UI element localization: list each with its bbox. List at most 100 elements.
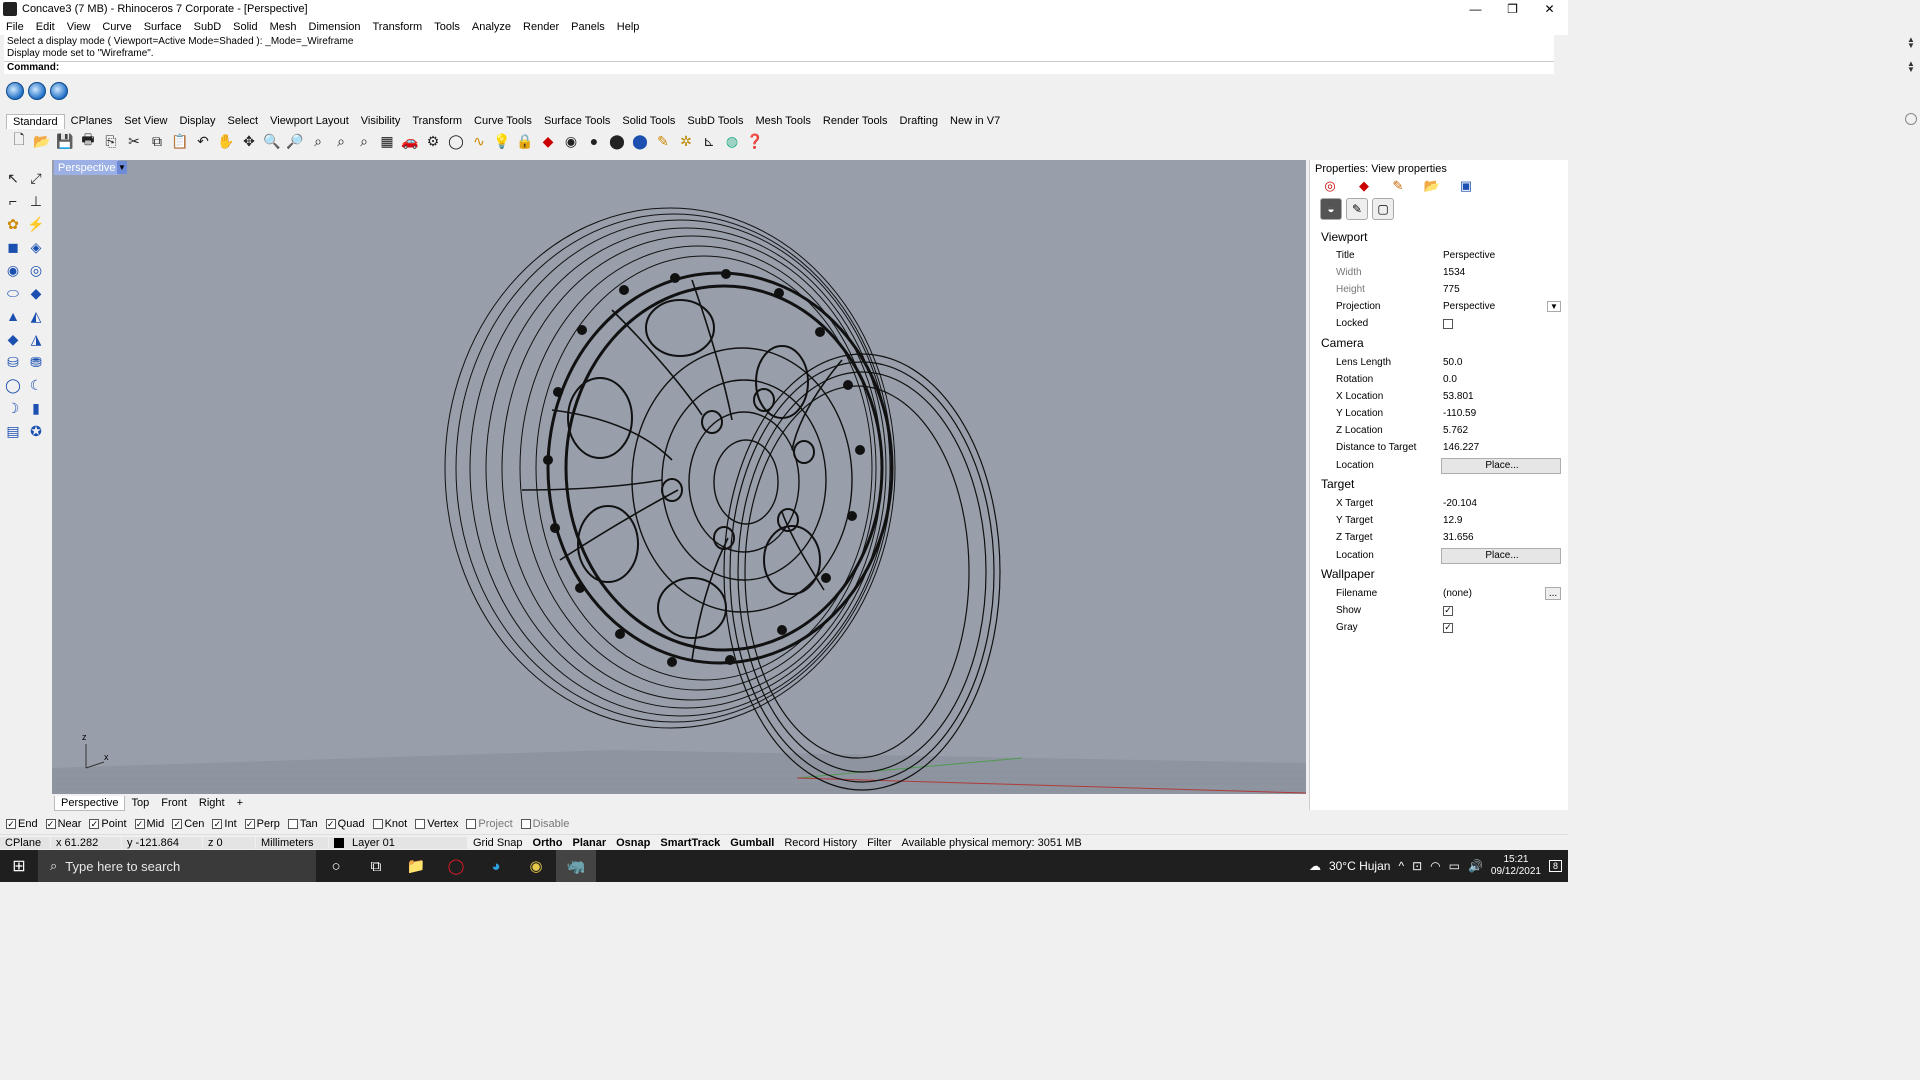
- pointer-icon[interactable]: ↖: [2, 167, 24, 189]
- tab-select[interactable]: Select: [222, 114, 265, 129]
- menu-edit[interactable]: Edit: [30, 21, 61, 33]
- chevron-down-icon[interactable]: ▼: [117, 161, 127, 174]
- osnap-checkbox[interactable]: ✓: [45, 819, 56, 829]
- menu-surface[interactable]: Surface: [138, 21, 188, 33]
- osnap-checkbox[interactable]: ✓: [212, 819, 223, 829]
- osnap-near[interactable]: ✓ Near: [45, 818, 81, 830]
- curve-icon[interactable]: ⌐: [2, 190, 24, 212]
- zoom-all-icon[interactable]: ⌕: [353, 130, 375, 152]
- import-icon[interactable]: ⎘: [100, 130, 122, 152]
- taskbar-search[interactable]: ⌕ Type here to search: [38, 850, 316, 882]
- planar-toggle[interactable]: Planar: [567, 837, 611, 849]
- value-xloc[interactable]: 53.801: [1441, 389, 1561, 405]
- dimension-icon[interactable]: ⊾: [698, 130, 720, 152]
- tab-top[interactable]: Top: [125, 796, 155, 811]
- projection-select[interactable]: Perspective ▼: [1441, 299, 1561, 315]
- osnap-knot[interactable]: Knot: [372, 818, 407, 830]
- settings-icon[interactable]: ⚙: [422, 130, 444, 152]
- cylinder-icon[interactable]: ⛁: [2, 351, 24, 373]
- menu-file[interactable]: File: [0, 21, 30, 33]
- value-ztarget[interactable]: 31.656: [1441, 530, 1561, 546]
- tab-surface-tools[interactable]: Surface Tools: [538, 114, 616, 129]
- display-tab-icon[interactable]: ✎: [1390, 178, 1406, 194]
- minimize-button[interactable]: —: [1457, 0, 1494, 18]
- chevron-down-icon[interactable]: ▼: [1547, 301, 1561, 312]
- view-settings-icon[interactable]: ✎: [1346, 198, 1368, 220]
- app-yellow-icon[interactable]: ◉: [516, 850, 556, 882]
- record-history-toggle[interactable]: Record History: [779, 837, 862, 849]
- gear-tool-icon[interactable]: ✲: [675, 130, 697, 152]
- weather-icon[interactable]: ☁: [1309, 859, 1321, 873]
- ellipsoid-edit-icon[interactable]: ◆: [25, 282, 47, 304]
- osnap-checkbox[interactable]: [415, 819, 426, 829]
- viewport-frame-icon[interactable]: ▢: [1372, 198, 1394, 220]
- rhino-tool-icon[interactable]: [28, 82, 46, 100]
- tab-transform[interactable]: Transform: [406, 114, 468, 129]
- osnap-checkbox[interactable]: ✓: [172, 819, 183, 829]
- color-wheel-icon[interactable]: ◉: [560, 130, 582, 152]
- circle-icon[interactable]: ◯: [445, 130, 467, 152]
- grid-snap-toggle[interactable]: Grid Snap: [468, 837, 528, 849]
- smarttrack-toggle[interactable]: SmartTrack: [655, 837, 725, 849]
- undo-icon[interactable]: ↶: [192, 130, 214, 152]
- tab-right[interactable]: Right: [193, 796, 231, 811]
- close-button[interactable]: ✕: [1531, 0, 1568, 18]
- menu-curve[interactable]: Curve: [96, 21, 137, 33]
- opera-icon[interactable]: ◯: [436, 850, 476, 882]
- value-rotation[interactable]: 0.0: [1441, 372, 1561, 388]
- osnap-checkbox[interactable]: [520, 819, 531, 829]
- cut-icon[interactable]: ✂: [123, 130, 145, 152]
- osnap-checkbox[interactable]: ✓: [6, 819, 16, 829]
- cplane-label[interactable]: CPlane: [0, 836, 50, 849]
- windows-start-icon[interactable]: ⊞: [0, 850, 38, 882]
- lock-icon[interactable]: 🔒: [514, 130, 536, 152]
- notification-icon[interactable]: 8: [1548, 860, 1562, 872]
- cortana-icon[interactable]: ○: [316, 850, 356, 882]
- save-icon[interactable]: 💾: [54, 130, 76, 152]
- box-icon[interactable]: ◼: [2, 236, 24, 258]
- polyline-icon[interactable]: ✿: [2, 213, 24, 235]
- polygon-icon[interactable]: ⚡: [25, 213, 47, 235]
- car-icon[interactable]: 🚗: [399, 130, 421, 152]
- volume-icon[interactable]: 🔊: [1468, 859, 1483, 873]
- menu-help[interactable]: Help: [611, 21, 646, 33]
- new-file-icon[interactable]: 🗋: [8, 130, 30, 152]
- solid-edit-icon[interactable]: ✪: [25, 420, 47, 442]
- osnap-checkbox[interactable]: ✓: [89, 819, 100, 829]
- menu-tools[interactable]: Tools: [428, 21, 466, 33]
- pan-icon[interactable]: ✋: [215, 130, 237, 152]
- curve-icon[interactable]: ∿: [468, 130, 490, 152]
- tab-mesh-tools[interactable]: Mesh Tools: [749, 114, 816, 129]
- menu-mesh[interactable]: Mesh: [264, 21, 303, 33]
- camera-place-button[interactable]: Place...: [1441, 457, 1561, 474]
- paste-icon[interactable]: 📋: [169, 130, 191, 152]
- file-explorer-icon[interactable]: 📁: [396, 850, 436, 882]
- command-history[interactable]: Select a display mode ( Viewport=Active …: [4, 35, 1554, 61]
- osnap-checkbox[interactable]: [372, 819, 383, 829]
- value-ytarget[interactable]: 12.9: [1441, 513, 1561, 529]
- gray-checkbox[interactable]: ✓: [1443, 622, 1453, 633]
- network-icon[interactable]: ⊡: [1412, 859, 1422, 873]
- restore-button[interactable]: ❐: [1494, 0, 1531, 18]
- filter-toggle[interactable]: Filter: [862, 837, 896, 849]
- torus-icon[interactable]: ◯: [2, 374, 24, 396]
- ortho-toggle[interactable]: Ortho: [528, 837, 568, 849]
- rhino-tool-icon[interactable]: [6, 82, 24, 100]
- copy-icon[interactable]: ⧉: [146, 130, 168, 152]
- gumball-toggle[interactable]: Gumball: [725, 837, 779, 849]
- zoom-window-icon[interactable]: 🔎: [284, 130, 306, 152]
- zoom-selected-icon[interactable]: ⌕: [330, 130, 352, 152]
- tab-drafting[interactable]: Drafting: [894, 114, 945, 129]
- osnap-tan[interactable]: Tan: [287, 818, 318, 830]
- value-lens[interactable]: 50.0: [1441, 355, 1561, 371]
- osnap-checkbox[interactable]: [466, 819, 477, 829]
- osnap-vertex[interactable]: Vertex: [415, 818, 458, 830]
- osnap-checkbox[interactable]: [287, 819, 298, 829]
- folder-tab-icon[interactable]: 📂: [1424, 178, 1440, 194]
- zoom-extents-icon[interactable]: ⌕: [307, 130, 329, 152]
- box-edit-icon[interactable]: ◈: [25, 236, 47, 258]
- battery-icon[interactable]: ▭: [1449, 859, 1460, 873]
- rhino-tool-icon[interactable]: [50, 82, 68, 100]
- light-icon[interactable]: 💡: [491, 130, 513, 152]
- menu-subd[interactable]: SubD: [188, 21, 228, 33]
